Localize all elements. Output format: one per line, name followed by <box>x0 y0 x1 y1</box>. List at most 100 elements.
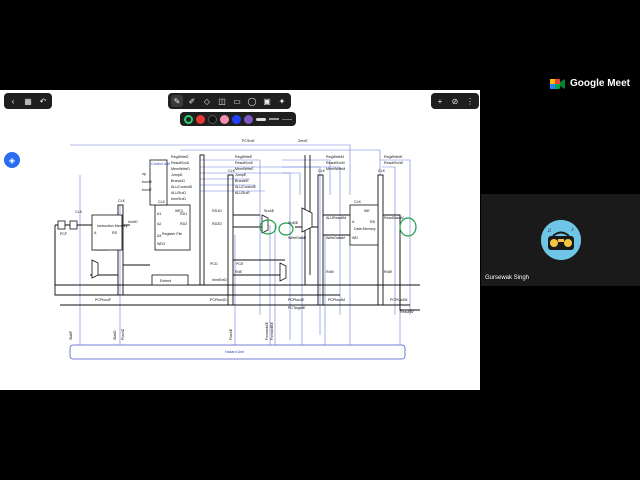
instruction-memory-label: Instruction Memory <box>97 224 128 228</box>
instr-mem-rd-label: RD <box>112 231 118 235</box>
jumpd-label: JumpD <box>171 173 183 177</box>
marker-icon[interactable]: ✐ <box>186 95 198 107</box>
meet-brand-label: Google Meet <box>570 77 631 89</box>
stroke-medium-icon[interactable] <box>269 118 279 120</box>
whiteboard-canvas[interactable]: ‹ ▦ ↶ ✎ ✐ ◇ ◫ ▭ ◯ ▣ ✦ + ⊘ ⋮ ◈ Instructio… <box>0 90 480 390</box>
resultsrcw-label: ResultSrcW <box>384 161 404 165</box>
plus-icon[interactable]: + <box>434 95 446 107</box>
meet-stage: Google Meet ♪ ♫ Gursewak Singh ‹ ▦ ↶ ✎ ✐ <box>0 0 640 480</box>
forwardae-label: ForwardAE <box>265 321 269 340</box>
whiteboard-nav-toolbar: ‹ ▦ ↶ <box>4 93 52 109</box>
clk-label-regfile: CLK <box>158 200 166 204</box>
color-swatch-red[interactable] <box>196 114 205 124</box>
board-app-logo-icon[interactable]: ◈ <box>4 152 20 168</box>
stroke-thick-icon[interactable] <box>256 117 266 121</box>
pcplus4m-label: PCPlus4M <box>328 298 345 302</box>
regfile-wd3-label: WD3 <box>157 242 165 246</box>
register-file-label: Register File <box>162 232 182 236</box>
regfile-rd1-label: RD1 <box>180 212 187 216</box>
sticky-note-icon[interactable]: ◯ <box>246 95 258 107</box>
clk-label-decode: CLK <box>118 199 126 203</box>
alu-block <box>301 207 313 233</box>
stalld-label: StallD <box>113 330 117 340</box>
rde-label: RdE <box>235 270 243 274</box>
memwritee-label: MemWriteE <box>235 167 254 171</box>
extend-label: Extend <box>160 279 171 283</box>
aluresultm-label: ALUResultM <box>326 216 346 220</box>
participant-name: Gursewak Singh <box>485 275 530 281</box>
color-swatch-green[interactable] <box>184 114 193 124</box>
readdataw-label: ReadDataW <box>384 216 404 220</box>
more-icon[interactable]: ⋮ <box>464 95 476 107</box>
pcf-label: PCF <box>60 232 68 236</box>
color-swatch-blue[interactable] <box>232 114 241 124</box>
resultsrcm-label: ResultSrcM <box>326 161 345 165</box>
regwritee-label: RegWriteE <box>235 155 253 159</box>
rdw-label: RdW <box>384 270 393 274</box>
undo-icon[interactable]: ↶ <box>37 95 49 107</box>
clk-label-writeback: CLK <box>378 169 386 173</box>
eraser-icon[interactable]: ◇ <box>201 95 213 107</box>
stroke-thin-icon[interactable] <box>282 118 292 120</box>
writedatam-label: WriteDataM <box>326 236 345 240</box>
boombox-avatar-icon: ♪ ♫ <box>541 220 581 260</box>
resultsrcd-label: ResultSrcD <box>171 161 190 165</box>
data-mem-rd-label: RD <box>370 220 376 224</box>
google-meet-logo-icon <box>550 77 566 89</box>
pcd-label: PCD <box>210 262 218 266</box>
image-icon[interactable]: ▣ <box>261 95 273 107</box>
pc-register-block <box>57 220 66 230</box>
svg-text:♪: ♪ <box>571 227 574 233</box>
data-memory-label: Data Memory <box>354 227 376 231</box>
regfile-a2-label: A2 <box>157 222 161 226</box>
shape-icon[interactable]: ◫ <box>216 95 228 107</box>
forward-a-mux-block <box>261 214 269 234</box>
branchd-label: BranchD <box>171 179 185 183</box>
pcplus4w-label: PCPlus4W <box>390 298 408 302</box>
forwardbe-label: ForwardBE <box>270 321 274 340</box>
branche-label: BranchE <box>235 179 249 183</box>
pc-register-2-block <box>69 220 78 230</box>
laser-icon[interactable]: ✦ <box>276 95 288 107</box>
resultw-label: ResultW <box>400 310 414 314</box>
jumpe-label: JumpE <box>235 173 247 177</box>
resultsrce-label: ResultSrcE <box>235 161 254 165</box>
whiteboard-tools-toolbar: ✎ ✐ ◇ ◫ ▭ ◯ ▣ ✦ <box>168 93 291 109</box>
clear-icon[interactable]: ⊘ <box>449 95 461 107</box>
chevron-left-icon[interactable]: ‹ <box>7 95 19 107</box>
pce-label: PCE <box>236 262 244 266</box>
regwritew-label: RegWriteW <box>384 155 403 159</box>
regwrited-label: RegWriteD <box>171 155 189 159</box>
rdm-label: RdM <box>326 270 334 274</box>
stallf-label: StallF <box>69 330 73 340</box>
participant-tile[interactable]: ♪ ♫ Gursewak Singh <box>481 194 640 286</box>
pctargete-label: PCTargetE <box>288 306 306 310</box>
color-swatch-purple[interactable] <box>244 114 253 124</box>
whiteboard-actions-toolbar: + ⊘ ⋮ <box>431 93 479 109</box>
color-swatch-pink[interactable] <box>220 114 229 124</box>
rd2d-label: RD2D <box>212 222 222 226</box>
control-unit-block <box>149 159 168 206</box>
grid-icon[interactable]: ▦ <box>22 95 34 107</box>
alusrce-label: ALUSrcE <box>235 191 250 195</box>
hazard-unit-label: Hazard Unit <box>225 350 244 354</box>
pcadd-mux-block <box>279 262 287 282</box>
pcsrc-label: PCSrcE <box>242 139 255 143</box>
memwrited-label: MemWriteD <box>171 167 190 171</box>
regfile-rd2-label: RD2 <box>180 222 187 226</box>
we-label: WE <box>364 209 370 213</box>
immextd-label: ImmExtD <box>212 278 227 282</box>
instrd-label: InstrD <box>128 220 138 224</box>
pen-icon[interactable]: ✎ <box>171 95 183 107</box>
zero-label: ZeroE <box>298 139 308 143</box>
pcplus4f-label: PCPlus4F <box>95 298 112 302</box>
color-swatch-black[interactable] <box>208 114 217 124</box>
color-palette <box>180 112 296 126</box>
pcplus4d-label: PCPlus4D <box>210 298 227 302</box>
rd1d-label: RD1D <box>212 209 222 213</box>
flushd-label: FlushD <box>121 328 125 340</box>
funct3-label: funct3 <box>142 180 152 184</box>
writedatae-label: WriteDataE <box>288 236 307 240</box>
textbox-icon[interactable]: ▭ <box>231 95 243 107</box>
clk-label-fetch: CLK <box>75 210 83 214</box>
